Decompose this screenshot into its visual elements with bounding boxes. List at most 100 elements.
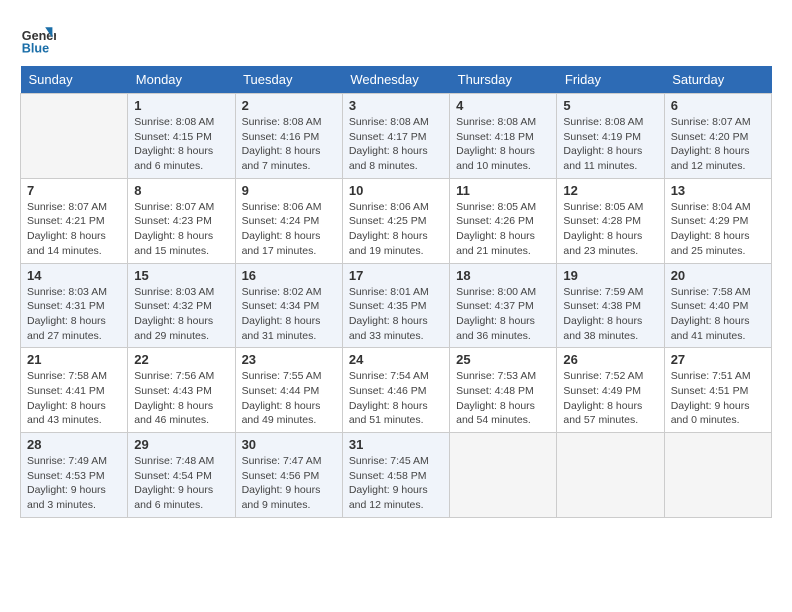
day-number: 13 (671, 183, 765, 198)
day-number: 24 (349, 352, 443, 367)
cell-details: Sunrise: 7:53 AM Sunset: 4:48 PM Dayligh… (456, 370, 536, 426)
week-row-2: 7 Sunrise: 8:07 AM Sunset: 4:21 PM Daylig… (21, 178, 772, 263)
day-number: 21 (27, 352, 121, 367)
week-row-3: 14Sunrise: 8:03 AM Sunset: 4:31 PM Dayli… (21, 263, 772, 348)
day-number: 7 (27, 183, 121, 198)
svg-text:Blue: Blue (22, 41, 49, 55)
day-number: 1 (134, 98, 228, 113)
cell-details: Sunrise: 7:51 AM Sunset: 4:51 PM Dayligh… (671, 370, 751, 426)
calendar-cell: 3 Sunrise: 8:08 AM Sunset: 4:17 PM Daylig… (342, 94, 449, 179)
cell-details: Sunrise: 8:02 AM Sunset: 4:34 PM Dayligh… (242, 286, 322, 342)
calendar-cell: 13 Sunrise: 8:04 AM Sunset: 4:29 PM Dayli… (664, 178, 771, 263)
cell-details: Sunrise: 8:07 AM Sunset: 4:20 PM Dayligh… (671, 116, 751, 172)
week-row-5: 28 Sunrise: 7:49 AM Sunset: 4:53 PM Dayli… (21, 433, 772, 518)
calendar-cell: 28 Sunrise: 7:49 AM Sunset: 4:53 PM Dayli… (21, 433, 128, 518)
calendar-cell: 8 Sunrise: 8:07 AM Sunset: 4:23 PM Daylig… (128, 178, 235, 263)
day-number: 19 (563, 268, 657, 283)
calendar-cell (450, 433, 557, 518)
day-number: 11 (456, 183, 550, 198)
cell-details: Sunrise: 8:08 AM Sunset: 4:17 PM Dayligh… (349, 116, 429, 172)
day-number: 8 (134, 183, 228, 198)
day-number: 27 (671, 352, 765, 367)
cell-details: Sunrise: 7:58 AM Sunset: 4:40 PM Dayligh… (671, 286, 751, 342)
calendar-cell: 23 Sunrise: 7:55 AM Sunset: 4:44 PM Dayli… (235, 348, 342, 433)
cell-details: Sunrise: 8:07 AM Sunset: 4:23 PM Dayligh… (134, 201, 214, 257)
calendar-cell: 2 Sunrise: 8:08 AM Sunset: 4:16 PM Daylig… (235, 94, 342, 179)
day-number: 25 (456, 352, 550, 367)
cell-details: Sunrise: 7:45 AM Sunset: 4:58 PM Dayligh… (349, 455, 429, 511)
day-number: 28 (27, 437, 121, 452)
cell-details: Sunrise: 8:04 AM Sunset: 4:29 PM Dayligh… (671, 201, 751, 257)
cell-details: Sunrise: 8:08 AM Sunset: 4:16 PM Dayligh… (242, 116, 322, 172)
weekday-monday: Monday (128, 66, 235, 94)
calendar-table: SundayMondayTuesdayWednesdayThursdayFrid… (20, 66, 772, 518)
calendar-cell: 22 Sunrise: 7:56 AM Sunset: 4:43 PM Dayli… (128, 348, 235, 433)
cell-details: Sunrise: 7:55 AM Sunset: 4:44 PM Dayligh… (242, 370, 322, 426)
calendar-cell: 9 Sunrise: 8:06 AM Sunset: 4:24 PM Daylig… (235, 178, 342, 263)
day-number: 16 (242, 268, 336, 283)
calendar-body: 1 Sunrise: 8:08 AM Sunset: 4:15 PM Daylig… (21, 94, 772, 518)
cell-details: Sunrise: 7:52 AM Sunset: 4:49 PM Dayligh… (563, 370, 643, 426)
calendar-cell: 12 Sunrise: 8:05 AM Sunset: 4:28 PM Dayli… (557, 178, 664, 263)
day-number: 10 (349, 183, 443, 198)
cell-details: Sunrise: 8:03 AM Sunset: 4:32 PM Dayligh… (134, 286, 214, 342)
cell-details: Sunrise: 7:58 AM Sunset: 4:41 PM Dayligh… (27, 370, 107, 426)
day-number: 9 (242, 183, 336, 198)
calendar-cell: 27 Sunrise: 7:51 AM Sunset: 4:51 PM Dayli… (664, 348, 771, 433)
week-row-4: 21 Sunrise: 7:58 AM Sunset: 4:41 PM Dayli… (21, 348, 772, 433)
cell-details: Sunrise: 8:00 AM Sunset: 4:37 PM Dayligh… (456, 286, 536, 342)
logo: General Blue (20, 20, 60, 56)
calendar-cell (664, 433, 771, 518)
cell-details: Sunrise: 7:49 AM Sunset: 4:53 PM Dayligh… (27, 455, 107, 511)
cell-details: Sunrise: 7:59 AM Sunset: 4:38 PM Dayligh… (563, 286, 643, 342)
day-number: 15 (134, 268, 228, 283)
cell-details: Sunrise: 8:05 AM Sunset: 4:26 PM Dayligh… (456, 201, 536, 257)
calendar-cell: 16 Sunrise: 8:02 AM Sunset: 4:34 PM Dayli… (235, 263, 342, 348)
cell-details: Sunrise: 8:05 AM Sunset: 4:28 PM Dayligh… (563, 201, 643, 257)
calendar-cell: 25 Sunrise: 7:53 AM Sunset: 4:48 PM Dayli… (450, 348, 557, 433)
day-number: 6 (671, 98, 765, 113)
cell-details: Sunrise: 7:54 AM Sunset: 4:46 PM Dayligh… (349, 370, 429, 426)
cell-details: Sunrise: 8:08 AM Sunset: 4:15 PM Dayligh… (134, 116, 214, 172)
day-number: 2 (242, 98, 336, 113)
calendar-cell: 6 Sunrise: 8:07 AM Sunset: 4:20 PM Daylig… (664, 94, 771, 179)
day-number: 5 (563, 98, 657, 113)
calendar-cell: 7 Sunrise: 8:07 AM Sunset: 4:21 PM Daylig… (21, 178, 128, 263)
calendar-cell (557, 433, 664, 518)
calendar-cell: 14Sunrise: 8:03 AM Sunset: 4:31 PM Dayli… (21, 263, 128, 348)
day-number: 23 (242, 352, 336, 367)
day-number: 29 (134, 437, 228, 452)
calendar-cell: 11 Sunrise: 8:05 AM Sunset: 4:26 PM Dayli… (450, 178, 557, 263)
cell-details: Sunrise: 8:06 AM Sunset: 4:24 PM Dayligh… (242, 201, 322, 257)
calendar-cell: 18 Sunrise: 8:00 AM Sunset: 4:37 PM Dayli… (450, 263, 557, 348)
calendar-cell: 21 Sunrise: 7:58 AM Sunset: 4:41 PM Dayli… (21, 348, 128, 433)
day-number: 22 (134, 352, 228, 367)
calendar-cell: 15 Sunrise: 8:03 AM Sunset: 4:32 PM Dayli… (128, 263, 235, 348)
cell-details: Sunrise: 7:56 AM Sunset: 4:43 PM Dayligh… (134, 370, 214, 426)
cell-details: Sunrise: 8:07 AM Sunset: 4:21 PM Dayligh… (27, 201, 107, 257)
calendar-cell: 26 Sunrise: 7:52 AM Sunset: 4:49 PM Dayli… (557, 348, 664, 433)
logo-icon: General Blue (20, 20, 56, 56)
calendar-cell: 10 Sunrise: 8:06 AM Sunset: 4:25 PM Dayli… (342, 178, 449, 263)
day-number: 17 (349, 268, 443, 283)
cell-details: Sunrise: 8:06 AM Sunset: 4:25 PM Dayligh… (349, 201, 429, 257)
weekday-saturday: Saturday (664, 66, 771, 94)
cell-details: Sunrise: 8:08 AM Sunset: 4:18 PM Dayligh… (456, 116, 536, 172)
page-header: General Blue (20, 20, 772, 56)
day-number: 3 (349, 98, 443, 113)
day-number: 12 (563, 183, 657, 198)
weekday-wednesday: Wednesday (342, 66, 449, 94)
week-row-1: 1 Sunrise: 8:08 AM Sunset: 4:15 PM Daylig… (21, 94, 772, 179)
calendar-cell: 30Sunrise: 7:47 AM Sunset: 4:56 PM Dayli… (235, 433, 342, 518)
calendar-cell: 31 Sunrise: 7:45 AM Sunset: 4:58 PM Dayli… (342, 433, 449, 518)
day-number: 26 (563, 352, 657, 367)
weekday-sunday: Sunday (21, 66, 128, 94)
day-number: 18 (456, 268, 550, 283)
weekday-header-row: SundayMondayTuesdayWednesdayThursdayFrid… (21, 66, 772, 94)
cell-details: Sunrise: 8:01 AM Sunset: 4:35 PM Dayligh… (349, 286, 429, 342)
calendar-cell: 29 Sunrise: 7:48 AM Sunset: 4:54 PM Dayli… (128, 433, 235, 518)
cell-details: Sunrise: 7:48 AM Sunset: 4:54 PM Dayligh… (134, 455, 214, 511)
cell-details: Sunrise: 8:08 AM Sunset: 4:19 PM Dayligh… (563, 116, 643, 172)
day-number: 31 (349, 437, 443, 452)
day-number: 30 (242, 437, 336, 452)
